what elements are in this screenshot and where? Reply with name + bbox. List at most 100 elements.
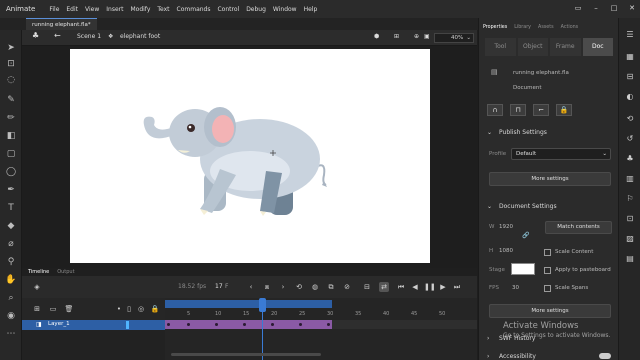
visibility-icon[interactable]: ◎ — [136, 304, 146, 314]
motion-tween-span[interactable] — [165, 320, 332, 329]
paint-bucket-icon[interactable]: ◆ — [5, 220, 17, 232]
scene-list-icon[interactable]: ♣ — [32, 31, 39, 40]
clip-icon[interactable]: ▣ — [424, 33, 430, 40]
menu-control[interactable]: Control — [217, 6, 239, 13]
snap-icon[interactable]: ⊞ — [394, 33, 399, 40]
pen-icon[interactable]: ✒ — [5, 184, 17, 196]
info-icon[interactable]: ⚐ — [625, 194, 635, 204]
current-frame[interactable]: 17 — [215, 283, 223, 290]
more-settings-button-2[interactable]: More settings — [489, 304, 611, 318]
snap-to-guides-icon[interactable]: ⌐ — [533, 104, 549, 116]
play-icon[interactable]: ❚❚ — [424, 282, 436, 292]
maximize-icon[interactable]: □ — [610, 4, 618, 12]
insert-frame-icon[interactable]: ⇄ — [379, 282, 389, 292]
align-icon[interactable]: ⊟ — [625, 72, 635, 82]
snap-to-pixels-icon[interactable]: ⊓ — [510, 104, 526, 116]
menu-text[interactable]: Text — [157, 6, 169, 13]
center-stage-icon[interactable]: ⊕ — [414, 33, 419, 40]
back-arrow-icon[interactable]: ← — [54, 31, 61, 40]
accessibility-header[interactable]: Accessibility — [499, 353, 536, 360]
minimize-icon[interactable]: – — [592, 4, 600, 12]
accessibility-toggle[interactable] — [599, 353, 611, 359]
tab-assets[interactable]: Assets — [538, 25, 554, 34]
last-frame-icon[interactable]: ⏭ — [452, 282, 462, 292]
highlight-layer-icon[interactable]: • — [114, 304, 124, 314]
tab-timeline[interactable]: Timeline — [28, 269, 49, 275]
scale-content-checkbox[interactable] — [544, 249, 551, 256]
first-frame-icon[interactable]: ⏮ — [396, 282, 406, 292]
more-settings-button[interactable]: More settings — [489, 172, 611, 186]
components-icon[interactable]: ▤ — [625, 254, 635, 264]
lasso-icon[interactable]: ◌ — [5, 74, 17, 86]
text-tool-icon[interactable]: T — [5, 202, 17, 214]
color-icon[interactable]: ◐ — [625, 92, 635, 102]
subtab-frame[interactable]: Frame — [550, 38, 581, 56]
keyframe[interactable] — [187, 323, 190, 326]
keyframe-icon[interactable]: ⧈ — [262, 282, 272, 292]
menu-help[interactable]: Help — [304, 6, 318, 13]
menu-debug[interactable]: Debug — [246, 6, 266, 13]
assets-icon[interactable]: ♣ — [625, 154, 635, 164]
more-tools-icon[interactable]: ⋯ — [5, 328, 17, 340]
menu-file[interactable]: File — [49, 6, 59, 13]
free-transform-icon[interactable]: ⊡ — [5, 58, 17, 70]
tab-properties[interactable]: Properties — [483, 25, 507, 34]
keyframe[interactable] — [167, 323, 170, 326]
keyframe[interactable] — [215, 323, 218, 326]
timeline-scrollbar[interactable] — [171, 353, 321, 356]
document-settings-header[interactable]: Document Settings — [499, 203, 557, 210]
empty-frames[interactable] — [332, 320, 477, 329]
stage-color-swatch[interactable] — [511, 263, 535, 275]
brush-icon[interactable]: ✎ — [5, 94, 17, 106]
height-value[interactable]: 1080 — [499, 248, 513, 254]
camera-icon[interactable]: ◉ — [5, 310, 17, 322]
link-icon[interactable]: 🔗 — [522, 232, 529, 239]
scale-spans-checkbox[interactable] — [544, 285, 551, 292]
keyframe[interactable] — [271, 323, 274, 326]
eyedropper-icon[interactable]: ⌀ — [5, 238, 17, 250]
tab-actions[interactable]: Actions — [561, 25, 579, 34]
close-icon[interactable]: ✕ — [628, 4, 636, 12]
snap-to-objects-icon[interactable]: ∩ — [487, 104, 503, 116]
center-frame-icon[interactable]: ⊘ — [342, 282, 352, 292]
motion-presets-icon[interactable]: ⊡ — [625, 214, 635, 224]
keyframe[interactable] — [243, 323, 246, 326]
playhead-line[interactable] — [262, 298, 263, 360]
tab-library[interactable]: Library — [514, 25, 531, 34]
menu-edit[interactable]: Edit — [66, 6, 78, 13]
layers-icon[interactable]: ◈ — [32, 282, 42, 292]
history-icon[interactable]: ↺ — [625, 134, 635, 144]
breadcrumb-symbol[interactable]: elephant foot — [120, 33, 160, 40]
profile-select[interactable]: Default ⌄ — [511, 148, 611, 160]
new-layer-icon[interactable]: ⊞ — [32, 304, 42, 314]
layer-name[interactable]: Layer_1 — [48, 321, 70, 327]
menu-window[interactable]: Window — [273, 6, 297, 13]
selection-tool-icon[interactable]: ➤ — [5, 42, 17, 54]
edit-multiple-frames-icon[interactable]: ⧉ — [326, 282, 336, 292]
delete-layer-icon[interactable]: 🗑 — [64, 304, 74, 314]
step-back-icon[interactable]: ◀ — [410, 282, 420, 292]
elephant-illustration[interactable] — [70, 49, 430, 263]
library-icon[interactable]: ▦ — [625, 52, 635, 62]
chevron-down-icon[interactable]: ⌄ — [487, 203, 492, 210]
chevron-down-icon[interactable]: ⌄ — [487, 129, 492, 136]
next-frame-icon[interactable]: › — [278, 282, 288, 292]
document-tab[interactable]: running elephant.fla* — [26, 18, 97, 30]
menu-view[interactable]: View — [85, 6, 99, 13]
hand-icon[interactable]: ✋ — [5, 274, 17, 286]
apply-pasteboard-checkbox[interactable] — [544, 267, 551, 274]
publish-settings-header[interactable]: Publish Settings — [499, 129, 547, 136]
layer-row[interactable]: ◨ Layer_1 — [22, 320, 165, 330]
fps-value[interactable]: 30 — [512, 285, 519, 291]
fps-readout[interactable]: 18.52 fps — [178, 283, 206, 290]
onion-skin-icon[interactable]: ◍ — [310, 282, 320, 292]
code-snippets-icon[interactable]: ▨ — [625, 234, 635, 244]
edit-symbols-icon[interactable]: ⬢ — [374, 33, 379, 40]
oval-icon[interactable]: ◯ — [5, 166, 17, 178]
menu-commands[interactable]: Commands — [177, 6, 211, 13]
zoom-icon[interactable]: ⌕ — [5, 292, 17, 304]
tab-output[interactable]: Output — [57, 269, 74, 275]
properties-panel-icon[interactable]: ☰ — [625, 30, 635, 40]
chevron-right-icon[interactable]: › — [487, 353, 489, 360]
subtab-object[interactable]: Object — [517, 38, 548, 56]
